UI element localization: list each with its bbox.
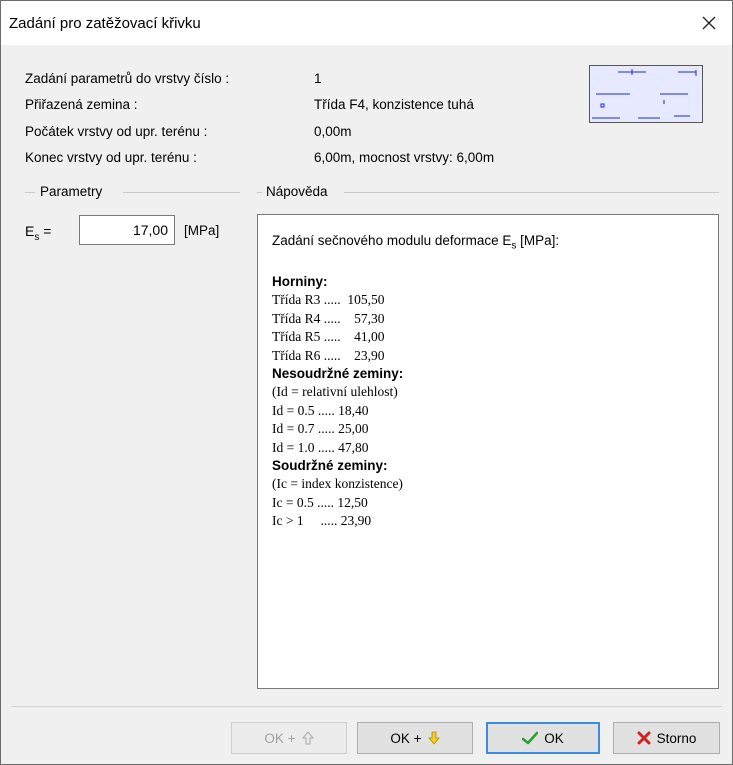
- ok-up-label: OK +: [264, 730, 296, 746]
- help-line: (Ic = index konzistence): [272, 476, 403, 492]
- dialog-window: Zadání pro zatěžovací křivku Zadání para…: [0, 0, 733, 765]
- help-line: Třída R4 ..... 57,30: [272, 310, 385, 326]
- help-group-line-left: [257, 192, 262, 193]
- help-panel: Zadání sečnového modulu deformace Es [MP…: [257, 214, 719, 689]
- help-group-line-right: [344, 192, 719, 193]
- window-title: Zadání pro zatěžovací křivku: [9, 15, 201, 32]
- es-modulus-input[interactable]: [79, 215, 175, 245]
- help-line: Ic = 0.5 ..... 12,50: [272, 494, 368, 510]
- layer-number-value: 1: [314, 71, 322, 86]
- ok-label: OK: [544, 730, 564, 746]
- help-content: Horniny: Třída R3 ..... 105,50 Třída R4 …: [272, 273, 692, 531]
- ok-down-label: OK +: [390, 730, 422, 746]
- help-line: Id = 0.5 ..... 18,40: [272, 402, 369, 418]
- help-line: Třída R6 ..... 23,90: [272, 347, 385, 363]
- cancel-label: Storno: [656, 730, 697, 746]
- layer-start-label: Počátek vrstvy od upr. terénu :: [25, 124, 208, 139]
- layer-end-value: 6,00m, mocnost vrstvy: 6,00m: [314, 150, 495, 165]
- checkmark-icon: [522, 731, 539, 745]
- arrow-down-icon: [427, 731, 440, 745]
- es-unit-label: [MPa]: [184, 223, 220, 238]
- close-icon: [702, 16, 716, 30]
- help-line: Id = 1.0 ..... 47,80: [272, 439, 369, 455]
- parameters-group-line-right: [123, 192, 240, 193]
- help-line: Třída R5 ..... 41,00: [272, 329, 385, 345]
- help-line: (Id = relativní ulehlost): [272, 384, 398, 400]
- help-heading-cohesionless: Nesoudržné zeminy:: [272, 366, 404, 382]
- ok-up-button[interactable]: OK +: [231, 722, 347, 754]
- layer-end-label: Konec vrstvy od upr. terénu :: [25, 150, 197, 165]
- layer-preview-drawing: [592, 69, 697, 119]
- button-separator: [11, 706, 722, 707]
- parameters-group-line-left: [25, 192, 35, 193]
- layer-start-value: 0,00m: [314, 124, 352, 139]
- help-heading-rocks: Horniny:: [272, 274, 328, 289]
- assigned-soil-label: Přiřazená zemina :: [25, 97, 138, 112]
- cancel-button[interactable]: Storno: [613, 722, 720, 754]
- help-line: Ic > 1 ..... 23,90: [272, 513, 372, 529]
- arrow-up-icon: [301, 731, 314, 745]
- ok-button[interactable]: OK: [486, 722, 600, 754]
- assigned-soil-value: Třída F4, konzistence tuhá: [314, 97, 474, 112]
- close-button[interactable]: [686, 1, 732, 45]
- ok-down-button[interactable]: OK +: [357, 722, 473, 754]
- layer-preview-image: [589, 65, 703, 123]
- help-line: Id = 0.7 ..... 25,00: [272, 421, 369, 437]
- help-heading-cohesive: Soudržné zeminy:: [272, 458, 388, 474]
- help-intro-text: Zadání sečnového modulu deformace Es [MP…: [272, 233, 560, 252]
- help-group-label: Nápověda: [263, 184, 331, 199]
- es-label: Es =: [25, 223, 52, 243]
- parameters-group-label: Parametry: [37, 184, 106, 199]
- cancel-x-icon: [637, 731, 651, 745]
- title-bar: Zadání pro zatěžovací křivku: [1, 1, 732, 45]
- help-line: Třída R3 ..... 105,50: [272, 292, 385, 308]
- layer-number-label: Zadání parametrů do vrstvy číslo :: [25, 71, 230, 86]
